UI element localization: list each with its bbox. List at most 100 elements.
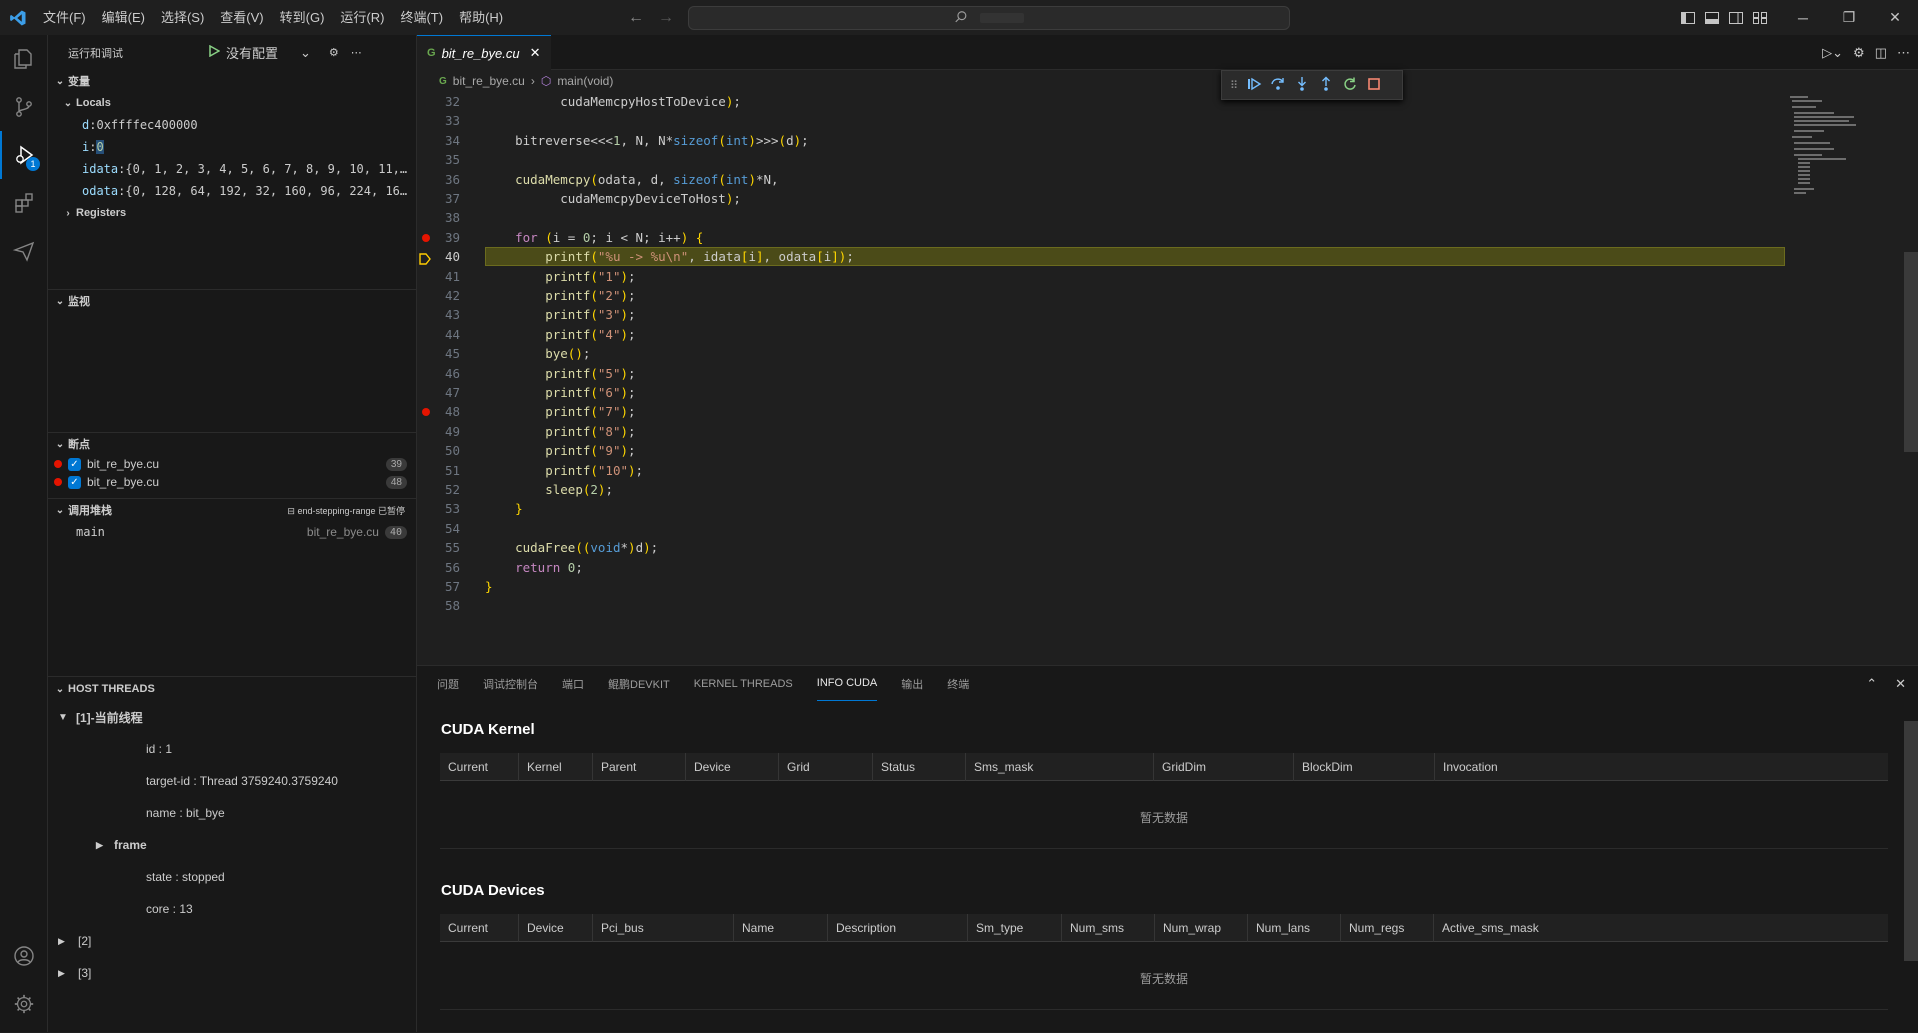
minimap[interactable]: [1788, 92, 1858, 212]
column-header[interactable]: Sm_type: [967, 914, 1023, 942]
thread-node[interactable]: ▶ [2]: [48, 925, 416, 957]
column-header[interactable]: Num_regs: [1340, 914, 1404, 942]
menu-item[interactable]: 转到(G): [272, 0, 333, 35]
code-line[interactable]: 46 printf("5");: [417, 364, 1792, 383]
close-tab-icon[interactable]: ✕: [530, 45, 541, 61]
panel-tab[interactable]: KERNEL THREADS: [694, 666, 793, 701]
manage-gear-icon[interactable]: [0, 980, 48, 1028]
breakpoint-checkbox[interactable]: ✓: [68, 457, 81, 471]
code-line[interactable]: 51 printf("10");: [417, 461, 1792, 480]
run-and-debug-icon[interactable]: 1: [0, 131, 48, 179]
column-header[interactable]: Num_sms: [1061, 914, 1124, 942]
column-header[interactable]: Pci_bus: [592, 914, 644, 942]
column-header[interactable]: Status: [872, 753, 915, 781]
column-header[interactable]: Current: [440, 914, 488, 942]
code-line[interactable]: 49 printf("8");: [417, 422, 1792, 441]
locals-scope[interactable]: ⌄ Locals: [48, 92, 416, 114]
breakpoint-item[interactable]: ✓ bit_re_bye.cu 48: [48, 473, 416, 491]
column-header[interactable]: Parent: [592, 753, 636, 781]
breadcrumb-file[interactable]: bit_re_bye.cu: [453, 74, 525, 88]
back-arrow-icon[interactable]: ←: [628, 9, 644, 27]
toggle-panel-icon[interactable]: [1700, 0, 1724, 35]
toggle-primary-sidebar-icon[interactable]: [1676, 0, 1700, 35]
panel-scrollbar[interactable]: [1904, 701, 1918, 1033]
code-line[interactable]: 54: [417, 519, 1792, 538]
variables-header[interactable]: ⌄ 变量: [48, 70, 416, 92]
variable-idata[interactable]: idata: {0, 1, 2, 3, 4, 5, 6, 7, 8, 9, 10…: [48, 158, 416, 180]
panel-tab[interactable]: 端口: [562, 666, 584, 701]
column-header[interactable]: Description: [827, 914, 896, 942]
source-control-icon[interactable]: [0, 83, 48, 131]
code-line[interactable]: 39 for (i = 0; i < N; i++) {: [417, 228, 1792, 247]
customize-layout-icon[interactable]: [1748, 0, 1772, 35]
editor-scrollbar[interactable]: [1904, 92, 1918, 647]
column-header[interactable]: Kernel: [518, 753, 562, 781]
registers-scope[interactable]: › Registers: [48, 202, 416, 224]
column-header[interactable]: Sms_mask: [965, 753, 1033, 781]
menu-item[interactable]: 查看(V): [212, 0, 271, 35]
account-icon[interactable]: [0, 932, 48, 980]
forward-arrow-icon[interactable]: →: [658, 9, 674, 27]
split-editor-icon[interactable]: ◫: [1875, 45, 1887, 61]
extensions-icon[interactable]: [0, 179, 48, 227]
code-line[interactable]: 52 sleep(2);: [417, 480, 1792, 499]
explorer-icon[interactable]: [0, 35, 48, 83]
variable-i[interactable]: i: 0: [48, 136, 416, 158]
host-threads-header[interactable]: ⌄ HOST THREADS: [48, 677, 416, 701]
code-line[interactable]: 37 cudaMemcpyDeviceToHost);: [417, 189, 1792, 208]
panel-tab[interactable]: INFO CUDA: [816, 666, 878, 701]
code-line[interactable]: 58: [417, 596, 1792, 615]
thread-node[interactable]: ▶ [3]: [48, 957, 416, 989]
restore-button[interactable]: ❐: [1826, 0, 1872, 35]
settings-gear-icon[interactable]: ⚙: [1853, 45, 1865, 61]
column-header[interactable]: Device: [685, 753, 731, 781]
debug-run-icon[interactable]: ▷⌄: [1822, 45, 1843, 61]
code-line[interactable]: 57}: [417, 577, 1792, 596]
column-header[interactable]: GridDim: [1153, 753, 1206, 781]
call-stack-frame[interactable]: main bit_re_bye.cu 40: [48, 521, 416, 543]
breakpoint-item[interactable]: ✓ bit_re_bye.cu 39: [48, 455, 416, 473]
menu-item[interactable]: 运行(R): [332, 0, 392, 35]
column-header[interactable]: Device: [518, 914, 564, 942]
chevron-down-icon[interactable]: ⌄: [300, 45, 311, 61]
open-launch-json-gear-icon[interactable]: ⚙: [329, 46, 339, 59]
panel-tab[interactable]: 鲲鹏DEVKIT: [608, 666, 670, 701]
run-config-select[interactable]: 没有配置: [226, 43, 278, 62]
close-window-button[interactable]: ✕: [1872, 0, 1918, 35]
column-header[interactable]: Grid: [778, 753, 810, 781]
command-center-search[interactable]: [688, 6, 1290, 30]
variable-d[interactable]: d: 0xffffec400000: [48, 114, 416, 136]
start-debugging-button[interactable]: 没有配置 ⌄: [208, 43, 311, 62]
watch-header[interactable]: ⌄ 监视: [48, 290, 416, 312]
send-icon[interactable]: [0, 227, 48, 275]
code-line[interactable]: 47 printf("6");: [417, 383, 1792, 402]
column-header[interactable]: Num_lans: [1247, 914, 1310, 942]
maximize-panel-icon[interactable]: ⌃: [1866, 676, 1877, 692]
more-actions-icon[interactable]: ⋯: [351, 46, 362, 59]
code-line[interactable]: 56 return 0;: [417, 558, 1792, 577]
code-line[interactable]: 34 bitreverse<<<1, N, N*sizeof(int)>>>(d…: [417, 131, 1792, 150]
menu-item[interactable]: 终端(T): [392, 0, 451, 35]
panel-tab[interactable]: 问题: [437, 666, 459, 701]
variable-odata[interactable]: odata: {0, 128, 64, 192, 32, 160, 96, 22…: [48, 180, 416, 202]
column-header[interactable]: Current: [440, 753, 488, 781]
toggle-secondary-sidebar-icon[interactable]: [1724, 0, 1748, 35]
breakpoints-header[interactable]: ⌄ 断点: [48, 433, 416, 455]
code-line[interactable]: 45 bye();: [417, 344, 1792, 363]
code-line[interactable]: 36 cudaMemcpy(odata, d, sizeof(int)*N,: [417, 170, 1792, 189]
call-stack-header[interactable]: ⌄ 调用堆栈 ⊟ end-stepping-range 已暂停: [48, 499, 416, 521]
code-line[interactable]: 55 cudaFree((void*)d);: [417, 538, 1792, 557]
code-line[interactable]: 33: [417, 111, 1792, 130]
code-line[interactable]: 50 printf("9");: [417, 441, 1792, 460]
code-line[interactable]: 38: [417, 208, 1792, 227]
code-line[interactable]: 32 cudaMemcpyHostToDevice);: [417, 92, 1792, 111]
menu-item[interactable]: 选择(S): [153, 0, 212, 35]
close-panel-icon[interactable]: ✕: [1895, 676, 1906, 692]
panel-tab[interactable]: 终端: [947, 666, 969, 701]
code-line[interactable]: 40 printf("%u -> %u\n", idata[i], odata[…: [417, 247, 1792, 267]
thread-current[interactable]: ▼ [1]-当前线程: [48, 701, 416, 733]
minimize-button[interactable]: ─: [1780, 0, 1826, 35]
column-header[interactable]: Name: [733, 914, 774, 942]
code-line[interactable]: 42 printf("2");: [417, 286, 1792, 305]
menu-item[interactable]: 编辑(E): [94, 0, 153, 35]
